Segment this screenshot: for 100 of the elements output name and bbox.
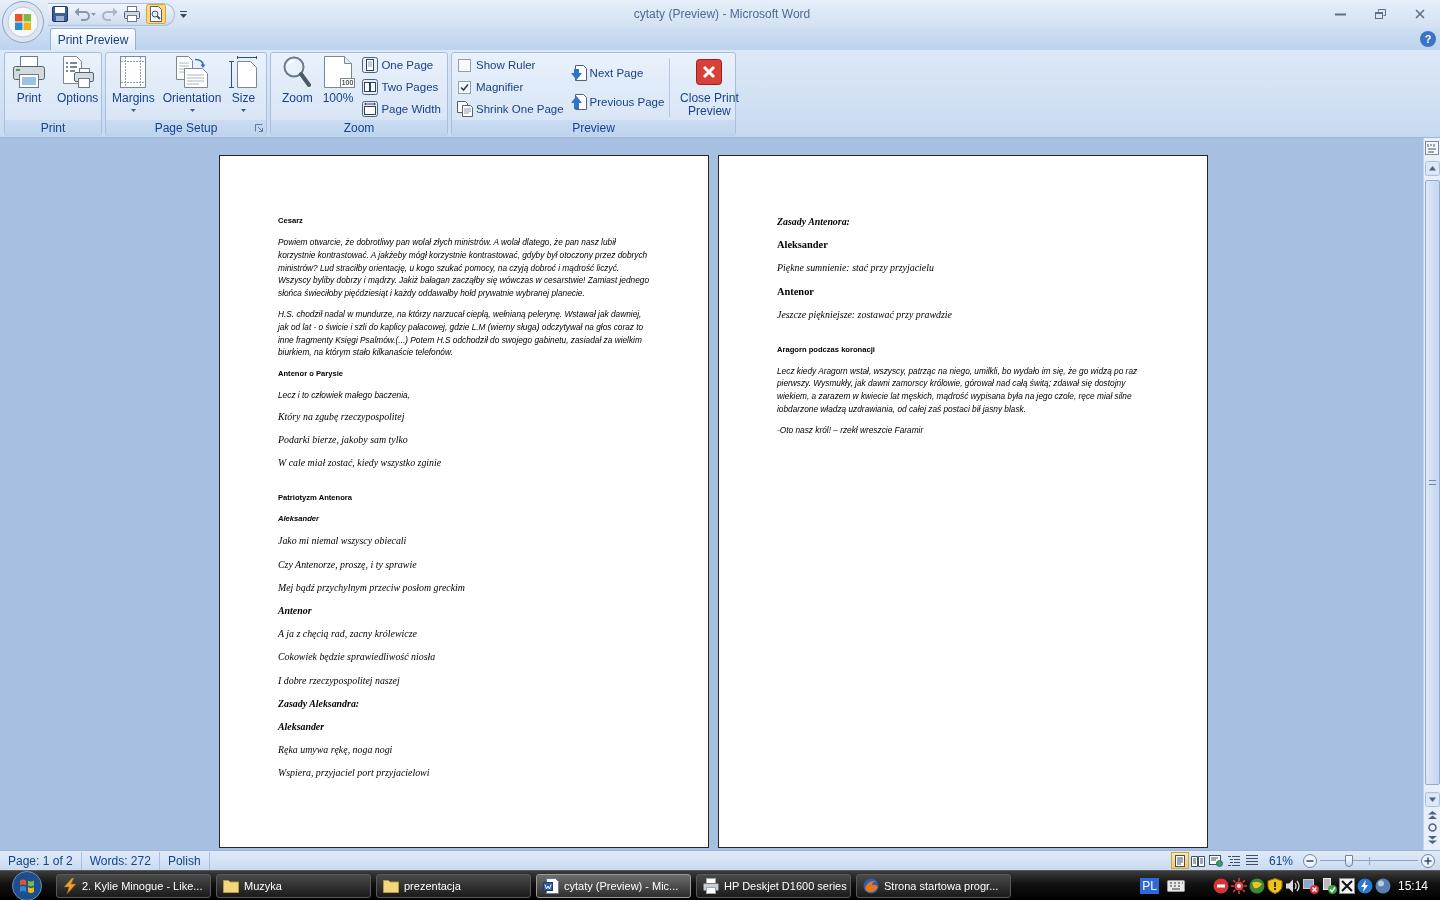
next-page-icon[interactable] [1427,836,1437,844]
zoom-percent[interactable]: 61% [1268,853,1293,868]
dialog-launcher-icon[interactable] [255,124,263,132]
ribbon-button[interactable]: Print [10,54,48,120]
folder-icon [223,878,239,893]
ribbon-button[interactable]: Close Print Preview [673,54,746,120]
sphere-icon[interactable] [1374,877,1391,894]
verse-line: Podarki bierze, jakoby sam tylko [278,433,408,448]
speaker-icon[interactable] [1284,877,1301,894]
verse-line: Ręka umywa rękę, noga nogi [278,743,393,758]
taskbar-button[interactable]: 2. Kylie Minogue - Like... [56,873,211,898]
checkbox-label[interactable]: Show Ruler [476,59,536,71]
ribbon-button[interactable]: Page Width [360,98,443,120]
page-printer-icon [61,56,94,88]
ribbon-button[interactable]: Shrink One Page [455,98,566,120]
scroll-down-icon[interactable] [1424,792,1440,807]
ribbon-tab[interactable]: Print Preview [50,28,136,50]
taskbar-button[interactable]: Muzyka [216,873,371,898]
verse-line: Jako mi niemal wszyscy obiecali [278,534,407,549]
open-book-icon [1190,854,1205,867]
print-preview-icon[interactable] [146,4,166,24]
document-icon [543,877,559,894]
help-button[interactable]: ? [1420,31,1436,47]
checkbox[interactable] [458,80,471,94]
language-indicator[interactable]: PL [1140,877,1159,894]
save-icon[interactable] [52,6,68,22]
view-button[interactable] [1206,852,1225,869]
paragraph: -Oto nasz król! – rzekł wreszcie Faramir [777,424,924,437]
globe-icon[interactable] [1248,877,1265,894]
close-icon [696,59,723,85]
verse-heading: Aleksander [278,720,325,735]
pages-icon [176,56,209,88]
scrollbar-thumb[interactable] [1424,180,1440,785]
minimize-icon[interactable] [1334,12,1346,16]
status-item[interactable]: Polish [167,853,201,868]
ribbon-button[interactable]: Orientation [159,54,225,120]
ribbon-button[interactable]: Previous Page [568,91,667,113]
bolt-icon [63,877,77,894]
taskbar-button[interactable]: HP Deskjet D1600 series [696,873,851,898]
previous-page-icon[interactable] [1427,811,1437,819]
undo-icon[interactable] [74,6,90,22]
clock[interactable]: 15:14 [1397,878,1428,893]
keyboard-icon[interactable] [1166,879,1185,892]
slider-thumb[interactable] [1345,854,1354,867]
checkbox[interactable] [458,58,471,72]
shield-icon[interactable] [1266,877,1283,894]
ribbon-button[interactable]: Options [54,54,102,120]
close-icon[interactable] [1415,9,1425,19]
verse-line: Który na zgubę rzeczypospolitej [278,409,405,424]
taskbar-button[interactable]: cytaty (Preview) - Mic... [536,873,691,898]
verse-heading: Zasady Antenora: [777,215,850,229]
page-size-icon [229,56,258,88]
paragraph: Lecz kiedy Aragorn wstał, wszyscy, patrząc na niego, umilkli, bo wydało im się, że go widzą po raz pierwszy. Wysmukły, jak dawni zamorscy królowie, górował nad całą świtą; zdawał się dostojny wiekiem, a zarazem w kwiecie lat męskich, mądrość wypisana była na jego czole, ręce miał silne iobdarzone władzą uzdrawiania, od całej zaś postaci bił jasny blask. [777,364,1139,416]
caret-icon [240,109,246,112]
status-item[interactable]: Page: 1 of 2 [8,853,73,868]
ribbon-button[interactable]: Next Page [568,62,667,84]
page-layout-icon [1173,854,1186,867]
scroll-up-icon[interactable] [1424,161,1440,176]
web-page-icon [1208,854,1223,867]
window-title: cytaty (Preview) - Microsoft Word [633,7,811,21]
group-label: Print [40,121,66,135]
ribbon-button[interactable]: Margins [109,54,158,120]
previous-page-icon [570,94,587,110]
caret-icon [189,109,195,112]
device-check-icon[interactable] [1320,877,1337,894]
monitor-cross-icon[interactable] [1302,877,1319,894]
verse-line: Czy Antenorze, proszę, i ty sprawie [278,557,417,572]
two-pages-icon [362,79,379,95]
customize-caret-icon[interactable] [180,10,187,18]
outline-icon [1227,854,1240,867]
printer-icon [13,56,45,88]
printer-icon[interactable] [124,6,140,22]
view-button[interactable] [1170,852,1189,869]
page-icon [324,56,353,88]
stop-icon[interactable] [1212,877,1229,894]
start-icon[interactable] [12,870,42,900]
paragraph: Lecz i to człowiek małego baczenia, [278,388,410,402]
taskbar-button[interactable]: prezentacja [376,873,531,898]
group-label: Page Setup [154,121,218,135]
draft-lines-icon [1245,855,1258,866]
ribbon-button[interactable]: One Page [360,54,443,76]
cross-tile-icon[interactable] [1338,877,1355,894]
restore-icon[interactable] [1374,9,1386,19]
ribbon-button[interactable]: Size [226,54,261,120]
zoom-in-icon[interactable] [1421,853,1435,868]
browse-object-icon[interactable] [1427,823,1437,832]
ribbon-button[interactable]: Zoom [279,54,316,120]
ribbon-button[interactable]: Two Pages [360,76,443,98]
verse-line: Piękne sumnienie: stać przy przyjacielu [777,261,934,276]
folder-icon [383,878,399,893]
sun-icon[interactable] [1230,877,1247,894]
taskbar-button[interactable]: Strona startowa progr... [856,873,1011,898]
zoom-out-icon[interactable] [1303,853,1317,868]
checkbox-label[interactable]: Magnifier [476,81,524,93]
ruler-toggle-icon[interactable] [1425,141,1439,155]
status-item[interactable]: Words: 272 [89,853,151,868]
lightning-icon[interactable] [1356,877,1373,894]
one-page-icon [362,57,379,73]
verse-heading: Zasady Aleksandra: [278,696,360,711]
paragraph: Powiem otwarcie, że dobrotliwy pan wolał złych ministrów. A wolał dlatego, że pan nasz lubił korzystnie kontrastować. A jakżeby mógł korzystnie kontrastować, gdyby był otoczony przez dobrych ministrów? Lud straciłby orientację, u kogo szukać pomocy, na czyją dobroć i mądrość liczyć. Wszyscy byliby dobrzy i mądrzy. Jakiż bałagan zacząłby się wówczas w cesarstwie! Zamiast jednego słońca świeciłoby pięćdziesiąt i każdy oddawałby hołd prywatnie wybranej planecie. [278,236,651,300]
